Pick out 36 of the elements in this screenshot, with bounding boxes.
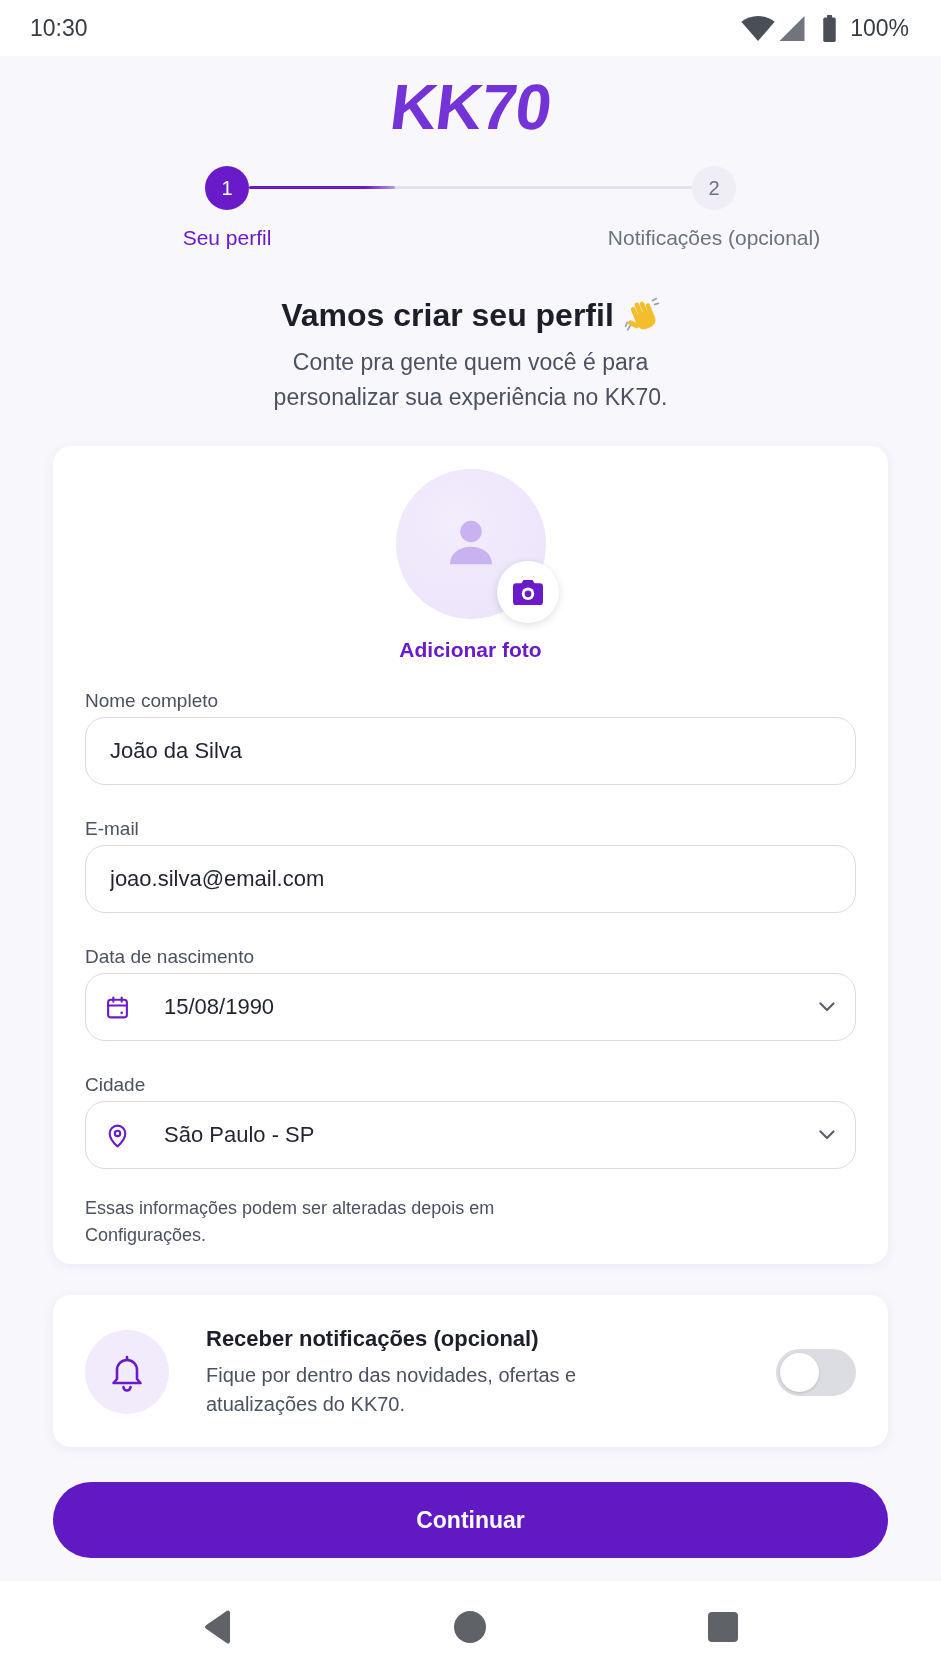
waving-hand-icon — [623, 297, 660, 333]
date-field[interactable]: 15/08/1990 — [85, 973, 856, 1041]
continue-button[interactable]: Continuar — [53, 1482, 888, 1558]
bell-icon — [85, 1330, 169, 1414]
page-subtitle: Conte pra gente quem você é para personalizar sua experiência no KK70. — [272, 348, 669, 412]
city-field[interactable]: São Paulo - SP — [85, 1101, 856, 1169]
recents-icon[interactable] — [707, 1611, 738, 1642]
battery-percentage: 100% — [850, 14, 909, 42]
email-field[interactable]: joao.silva@email.com — [85, 845, 856, 913]
home-icon[interactable] — [453, 1610, 486, 1643]
field-label: Nome completo — [85, 690, 220, 712]
field-label: E-mail — [85, 818, 140, 840]
chevron-down-icon — [819, 1002, 835, 1012]
step-number: 2 — [692, 166, 736, 210]
field-label: Cidade — [85, 1074, 147, 1096]
wifi-icon — [741, 15, 776, 41]
name-field[interactable]: João da Silva — [85, 717, 856, 785]
battery-icon — [822, 14, 838, 42]
notifications-description: Fique por dentro das novidades, ofertas e atualizações do KK70. — [206, 1363, 578, 1417]
notifications-toggle[interactable] — [776, 1348, 856, 1396]
page-title: Vamos criar seu perfil — [281, 296, 614, 335]
chevron-down-icon — [819, 1130, 835, 1140]
notifications-title: Receber notificações (opcional) — [206, 1325, 540, 1353]
step-label: Seu perfil — [182, 225, 272, 251]
app-logo: KK70 — [386, 75, 555, 139]
calendar-icon — [105, 994, 130, 1020]
step-label: Notificações (opcional) — [607, 225, 821, 251]
add-photo-link[interactable]: Adicionar foto — [399, 637, 542, 663]
helper-text: Essas informações podem ser alteradas depois em Configurações. — [85, 1197, 496, 1247]
camera-icon — [512, 579, 543, 605]
signal-icon — [779, 15, 806, 41]
field-label: Data de nascimento — [85, 946, 255, 968]
camera-button[interactable] — [496, 561, 559, 623]
step-number: 1 — [205, 166, 249, 210]
status-time: 10:30 — [30, 14, 88, 42]
back-icon[interactable] — [203, 1609, 232, 1644]
